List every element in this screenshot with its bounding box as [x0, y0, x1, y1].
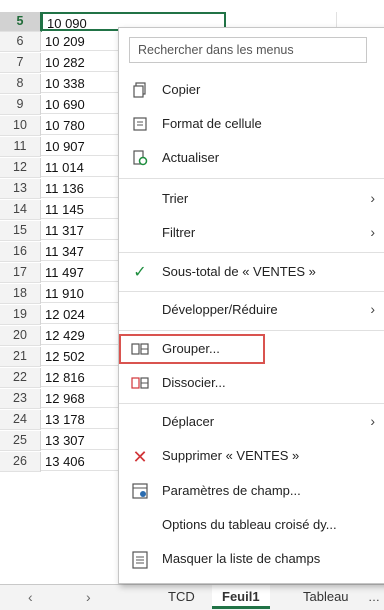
- menu-item-refresh[interactable]: Actualiser: [119, 142, 384, 175]
- menu-item-remove[interactable]: ✕ Supprimer « VENTES »: [119, 440, 384, 473]
- menu-item-label: Trier: [162, 191, 189, 206]
- row-header[interactable]: 26: [0, 452, 41, 472]
- chevron-right-icon: ›: [370, 413, 375, 429]
- menu-item-move[interactable]: Déplacer ›: [119, 406, 384, 439]
- row-header[interactable]: 12: [0, 158, 41, 178]
- delete-x-icon: ✕: [132, 447, 148, 467]
- row-header[interactable]: 19: [0, 305, 41, 325]
- sheet-tab-bar: ‹ › TCD Feuil1 Tableau …: [0, 584, 384, 610]
- menu-item-sort[interactable]: Trier ›: [119, 183, 384, 216]
- row-header[interactable]: 11: [0, 137, 41, 157]
- menu-item-pivot-options[interactable]: Options du tableau croisé dy...: [119, 509, 384, 542]
- format-cells-icon: [131, 116, 149, 134]
- menu-item-label: Copier: [162, 82, 201, 97]
- row-header[interactable]: 17: [0, 263, 41, 283]
- row-header[interactable]: 6: [0, 32, 41, 52]
- row-header[interactable]: 18: [0, 284, 41, 304]
- menu-item-label: Déplacer: [162, 414, 215, 429]
- menu-item-expand-collapse[interactable]: Développer/Réduire ›: [119, 294, 384, 327]
- menu-separator: [119, 403, 384, 404]
- chevron-right-icon: ›: [370, 301, 375, 317]
- menu-item-copy[interactable]: Copier: [119, 74, 384, 107]
- chevron-right-icon: ›: [370, 190, 375, 206]
- menu-item-label: Supprimer « VENTES »: [162, 448, 300, 463]
- highlight-box: [119, 334, 265, 364]
- row-header[interactable]: 8: [0, 74, 41, 94]
- menu-item-label: Format de cellule: [162, 116, 262, 131]
- scroll-left-icon[interactable]: ‹: [28, 589, 33, 605]
- field-settings-icon: [131, 483, 149, 501]
- scroll-right-icon[interactable]: ›: [86, 589, 91, 605]
- menu-item-label: Filtrer: [162, 225, 196, 240]
- copy-icon: [131, 82, 149, 100]
- row-header[interactable]: 22: [0, 368, 41, 388]
- row-header[interactable]: 13: [0, 179, 41, 199]
- row-header[interactable]: 20: [0, 326, 41, 346]
- context-menu: Rechercher dans les menus Copier Format …: [118, 27, 384, 584]
- more-tabs-icon[interactable]: …: [368, 585, 380, 609]
- row-header[interactable]: 23: [0, 389, 41, 409]
- ungroup-icon: [131, 375, 149, 393]
- menu-item-label: Masquer la liste de champs: [162, 551, 321, 566]
- menu-separator: [119, 291, 384, 292]
- menu-item-field-settings[interactable]: Paramètres de champ...: [119, 475, 384, 508]
- menu-item-subtotal[interactable]: ✓ Sous-total de « VENTES »: [119, 256, 384, 289]
- tab-tableau[interactable]: Tableau: [303, 585, 349, 609]
- row-header[interactable]: 16: [0, 242, 41, 262]
- menu-item-label: Dissocier...: [162, 375, 226, 390]
- menu-search-input[interactable]: Rechercher dans les menus: [129, 37, 367, 63]
- menu-item-format-cell[interactable]: Format de cellule: [119, 108, 384, 141]
- row-header[interactable]: 15: [0, 221, 41, 241]
- row-header[interactable]: 25: [0, 431, 41, 451]
- menu-separator: [119, 252, 384, 253]
- menu-item-label: Paramètres de champ...: [162, 483, 301, 498]
- menu-item-label: Sous-total de « VENTES »: [162, 264, 316, 279]
- refresh-icon: [131, 150, 149, 168]
- menu-separator: [119, 330, 384, 331]
- menu-item-filter[interactable]: Filtrer ›: [119, 217, 384, 250]
- menu-item-label: Options du tableau croisé dy...: [162, 517, 337, 532]
- row-header[interactable]: 7: [0, 53, 41, 73]
- menu-separator: [119, 178, 384, 179]
- row-header[interactable]: 10: [0, 116, 41, 136]
- row-header[interactable]: 14: [0, 200, 41, 220]
- menu-item-hide-field-list[interactable]: Masquer la liste de champs: [119, 543, 384, 576]
- chevron-right-icon: ›: [370, 224, 375, 240]
- checkmark-icon: ✓: [133, 264, 147, 281]
- field-list-icon: [131, 551, 149, 569]
- row-header[interactable]: 9: [0, 95, 41, 115]
- menu-item-label: Développer/Réduire: [162, 302, 278, 317]
- row-header[interactable]: 5: [0, 12, 42, 32]
- tab-tcd[interactable]: TCD: [168, 585, 195, 609]
- row-header[interactable]: 21: [0, 347, 41, 367]
- row-header[interactable]: 24: [0, 410, 41, 430]
- tab-feuil1[interactable]: Feuil1: [212, 585, 270, 609]
- menu-item-ungroup[interactable]: Dissocier...: [119, 367, 384, 400]
- menu-item-label: Actualiser: [162, 150, 220, 165]
